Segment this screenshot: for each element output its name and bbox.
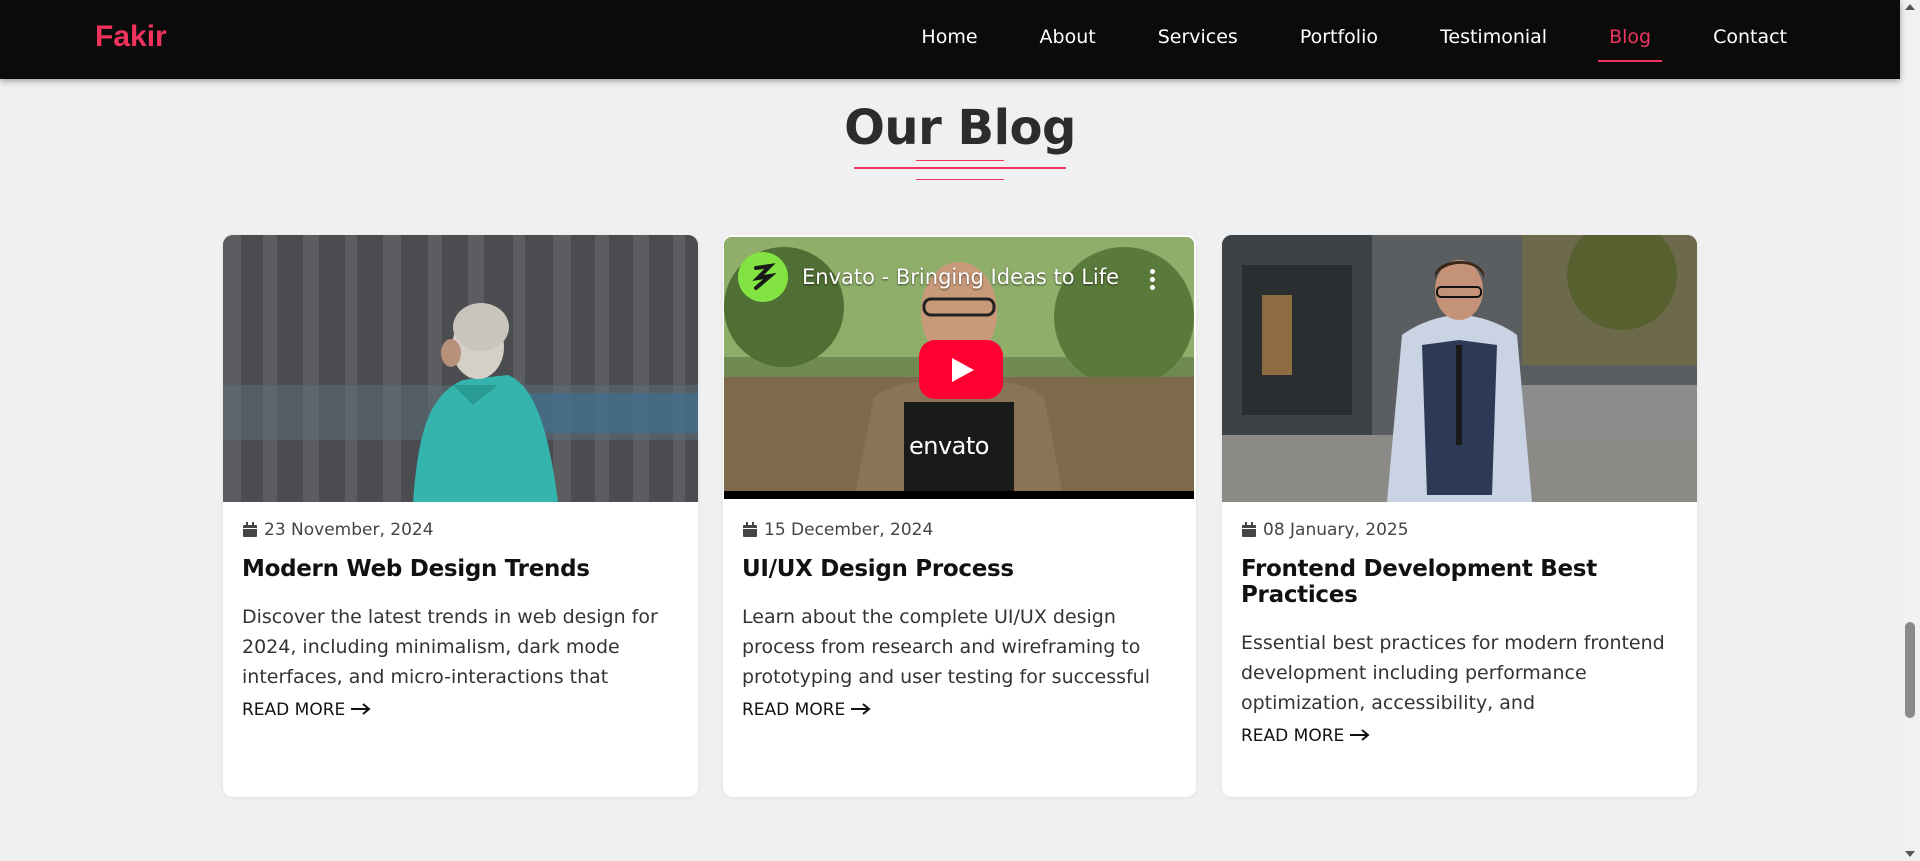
nav-home[interactable]: Home bbox=[921, 26, 977, 48]
section-title: Our Blog bbox=[844, 100, 1076, 156]
post-excerpt: Discover the latest trends in web design… bbox=[242, 606, 658, 688]
post-date: 23 November, 2024 bbox=[242, 520, 679, 540]
post-date: 08 January, 2025 bbox=[1241, 520, 1678, 540]
winter-person-photo bbox=[223, 235, 698, 502]
post-body: 15 December, 2024 UI/UX Design Process L… bbox=[742, 520, 1177, 720]
post-title[interactable]: UI/UX Design Process bbox=[742, 556, 1177, 582]
post-title[interactable]: Modern Web Design Trends bbox=[242, 556, 679, 582]
video-player[interactable]: Envato - Bringing Ideas to Life envato bbox=[724, 237, 1194, 499]
calendar-icon bbox=[242, 522, 258, 538]
calendar-icon bbox=[1241, 522, 1257, 538]
blog-card-2: Envato - Bringing Ideas to Life envato 1… bbox=[723, 235, 1196, 797]
title-underline-decoration bbox=[854, 160, 1066, 182]
nav-contact[interactable]: Contact bbox=[1713, 26, 1787, 48]
post-date: 15 December, 2024 bbox=[742, 520, 1177, 540]
post-date-text: 08 January, 2025 bbox=[1263, 520, 1409, 540]
navbar: Fakir Home About Services Portfolio Test… bbox=[0, 0, 1900, 79]
post-body: 08 January, 2025 Frontend Development Be… bbox=[1241, 520, 1678, 746]
nav-blog[interactable]: Blog bbox=[1598, 26, 1663, 62]
read-more-link[interactable]: READ MORE bbox=[1241, 726, 1370, 746]
read-more-label: READ MORE bbox=[1241, 726, 1345, 746]
post-excerpt: Learn about the complete UI/UX design pr… bbox=[742, 606, 1150, 688]
nav-about[interactable]: About bbox=[1040, 26, 1096, 48]
arrow-right-icon bbox=[851, 700, 871, 720]
video-title[interactable]: Envato - Bringing Ideas to Life bbox=[802, 265, 1119, 289]
post-image[interactable] bbox=[1222, 235, 1697, 502]
post-date-text: 15 December, 2024 bbox=[764, 520, 934, 540]
blog-card-1: 23 November, 2024 Modern Web Design Tren… bbox=[223, 235, 698, 797]
scrollbar-thumb[interactable] bbox=[1905, 622, 1915, 718]
man-in-vest-photo bbox=[1222, 235, 1697, 502]
envato-channel-logo[interactable] bbox=[738, 252, 788, 302]
nav-testimonial[interactable]: Testimonial bbox=[1440, 26, 1547, 48]
scroll-down-arrow-icon[interactable] bbox=[1905, 851, 1915, 857]
main-nav: Home About Services Portfolio Testimonia… bbox=[859, 26, 1787, 62]
play-icon[interactable] bbox=[919, 340, 1003, 399]
post-date-text: 23 November, 2024 bbox=[264, 520, 434, 540]
post-excerpt: Essential best practices for modern fron… bbox=[1241, 632, 1665, 714]
nav-services[interactable]: Services bbox=[1158, 26, 1238, 48]
arrow-right-icon bbox=[1350, 726, 1370, 746]
read-more-link[interactable]: READ MORE bbox=[242, 700, 371, 720]
scroll-up-arrow-icon[interactable] bbox=[1905, 4, 1915, 10]
post-image[interactable] bbox=[223, 235, 698, 502]
arrow-right-icon bbox=[351, 700, 371, 720]
read-more-label: READ MORE bbox=[242, 700, 346, 720]
blog-card-3: 08 January, 2025 Frontend Development Be… bbox=[1222, 235, 1697, 797]
read-more-label: READ MORE bbox=[742, 700, 846, 720]
calendar-icon bbox=[742, 522, 758, 538]
page-scrollbar[interactable] bbox=[1900, 0, 1920, 861]
more-vertical-icon[interactable] bbox=[1150, 269, 1156, 291]
read-more-link[interactable]: READ MORE bbox=[742, 700, 871, 720]
nav-portfolio[interactable]: Portfolio bbox=[1300, 26, 1378, 48]
post-title[interactable]: Frontend Development Best Practices bbox=[1241, 556, 1678, 608]
envato-shirt-text: envato bbox=[909, 432, 989, 460]
post-body: 23 November, 2024 Modern Web Design Tren… bbox=[242, 520, 679, 720]
brand-logo[interactable]: Fakir bbox=[95, 20, 167, 54]
